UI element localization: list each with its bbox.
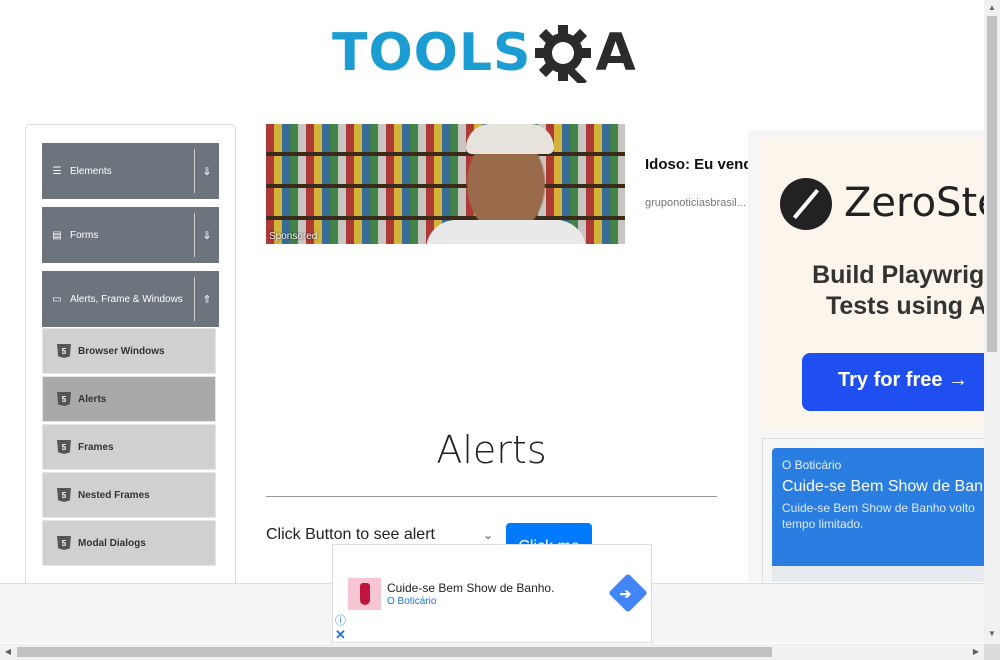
- title-divider: [266, 496, 717, 497]
- expand-arrow-icon[interactable]: ⇓: [201, 229, 213, 242]
- vertical-scroll-thumb[interactable]: [987, 16, 997, 352]
- boticario-map-strip: [772, 566, 984, 582]
- boticario-ad-card[interactable]: O Boticário Cuide-se Bem Show de Banho. …: [772, 448, 984, 566]
- alert-prompt-label: Click Button to see alert: [266, 526, 435, 543]
- sidebar-group-elements[interactable]: ☰ Elements ⇓: [42, 143, 219, 199]
- scrollbar-corner: [984, 644, 1000, 660]
- html5-icon: 5: [57, 392, 71, 406]
- try-for-free-button[interactable]: Try for free →: [802, 353, 984, 411]
- sidebar-item-label: Modal Dialogs: [78, 537, 146, 549]
- zerostep-brand: ZeroStep: [844, 180, 984, 226]
- sidebar-item-browser-windows[interactable]: 5 Browser Windows: [42, 328, 216, 374]
- scroll-up-arrow-icon[interactable]: ▲: [984, 0, 1000, 16]
- desc-line: Cuide-se Bem Show de Banho volto: [782, 501, 975, 515]
- toolsqa-logo[interactable]: TOOLS A: [332, 14, 636, 92]
- bottom-ad-title: Cuide-se Bem Show de Banho.: [387, 581, 555, 595]
- bottom-sticky-ad[interactable]: Cuide-se Bem Show de Banho. O Boticário …: [332, 544, 652, 643]
- zerostep-headline: Build Playwright Tests using AI: [800, 260, 984, 322]
- html5-icon: 5: [57, 488, 71, 502]
- horizontal-scroll-thumb[interactable]: [17, 647, 772, 657]
- sidebar-item-label: Frames: [78, 441, 114, 453]
- scroll-left-arrow-icon[interactable]: ◀: [0, 644, 16, 660]
- page-title: Alerts: [436, 428, 547, 472]
- horizontal-scrollbar[interactable]: ◀ ▶: [0, 644, 984, 660]
- zerostep-ad-card[interactable]: ZeroStep Build Playwright Tests using AI…: [760, 140, 984, 430]
- sidebar-nav: ☰ Elements ⇓ ▤ Forms ⇓ ▭ Alerts, Frame &…: [25, 124, 236, 594]
- boticario-title: Cuide-se Bem Show de Banho.: [782, 478, 984, 495]
- scroll-down-arrow-icon[interactable]: ▼: [984, 626, 1000, 642]
- expand-arrow-icon[interactable]: ⇓: [201, 165, 213, 178]
- sidebar-item-label: Browser Windows: [78, 345, 165, 357]
- sidebar-group-alerts-frame-windows[interactable]: ▭ Alerts, Frame & Windows ⇑: [42, 271, 219, 327]
- sidebar-group-label: Forms: [70, 229, 99, 241]
- sponsored-label: Sponsored: [269, 231, 318, 242]
- headline-line: Build Playwright: [812, 261, 984, 289]
- sidebar-group-label: Elements: [70, 165, 112, 177]
- close-icon[interactable]: ✕: [335, 627, 346, 643]
- bottom-ad-brand: O Boticário: [387, 596, 437, 607]
- window-icon: ▭: [52, 293, 62, 305]
- sidebar-item-label: Alerts: [78, 393, 107, 405]
- product-thumbnail: [348, 578, 381, 610]
- directions-icon[interactable]: ➔: [608, 573, 648, 613]
- sidebar-item-frames[interactable]: 5 Frames: [42, 424, 216, 470]
- vertical-scrollbar[interactable]: ▲ ▼: [984, 0, 1000, 644]
- ad-photo-shirt: [426, 220, 586, 244]
- sidebar-group-forms[interactable]: ▤ Forms ⇓: [42, 207, 219, 263]
- html5-icon: 5: [57, 440, 71, 454]
- sponsored-ad-title[interactable]: Idoso: Eu vendo natural: [645, 155, 750, 174]
- sidebar-item-modal-dialogs[interactable]: 5 Modal Dialogs: [42, 520, 216, 566]
- divider: [194, 149, 195, 193]
- boticario-brand: O Boticário: [782, 458, 842, 472]
- chevron-down-icon: ⌄: [483, 528, 494, 542]
- desc-line: tempo limitado.: [782, 517, 864, 531]
- sponsored-ad-image[interactable]: Sponsored: [266, 124, 625, 244]
- sidebar-item-label: Nested Frames: [78, 489, 150, 501]
- sidebar-item-nested-frames[interactable]: 5 Nested Frames: [42, 472, 216, 518]
- logo-text-tools: TOOLS: [332, 23, 532, 83]
- right-ad-panel[interactable]: ZeroStep Build Playwright Tests using AI…: [748, 130, 984, 582]
- divider: [194, 213, 195, 257]
- headline-line: Tests using AI: [825, 292, 984, 320]
- gear-magnifier-icon: [535, 25, 592, 83]
- hamburger-icon: ☰: [52, 165, 62, 177]
- scroll-right-arrow-icon[interactable]: ▶: [968, 644, 984, 660]
- divider: [194, 277, 195, 321]
- sidebar-item-alerts[interactable]: 5 Alerts: [42, 376, 216, 422]
- html5-icon: 5: [57, 344, 71, 358]
- sidebar-group-label: Alerts, Frame & Windows: [70, 293, 183, 305]
- html5-icon: 5: [57, 536, 71, 550]
- page: TOOLS A ☰ Elements ⇓ ▤ Forms ⇓ ▭ Alerts,…: [0, 0, 1000, 660]
- arrow-right-icon: ➔: [619, 585, 632, 602]
- ad-photo-hair: [466, 124, 554, 154]
- boticario-desc: Cuide-se Bem Show de Banho volto tempo l…: [782, 500, 982, 532]
- sponsored-ad-source[interactable]: gruponoticiasbrasil...: [645, 197, 750, 209]
- zerostep-logo-icon: [780, 178, 832, 230]
- collapse-arrow-icon[interactable]: ⇑: [201, 293, 213, 306]
- info-icon[interactable]: ⓘ: [335, 612, 346, 628]
- form-icon: ▤: [52, 229, 62, 241]
- logo-text-a: A: [595, 23, 636, 83]
